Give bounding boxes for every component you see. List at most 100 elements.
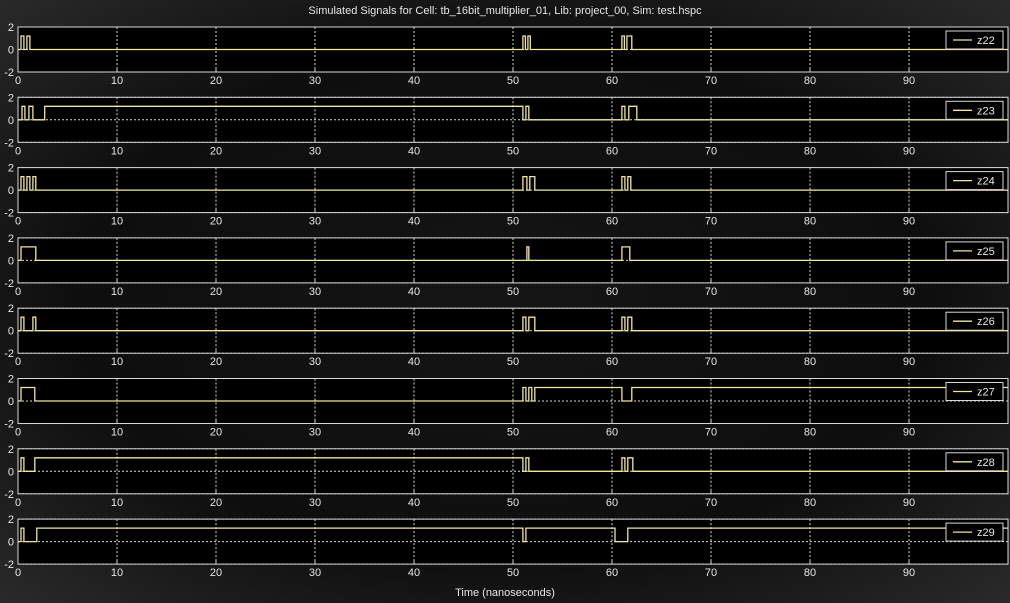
x-tick-label: 80 <box>804 216 816 228</box>
legend-z28: z28 <box>945 452 1004 472</box>
y-tick-label: -2 <box>4 67 14 79</box>
y-tick-label: -2 <box>4 559 14 571</box>
x-tick-label: 60 <box>606 216 618 228</box>
x-tick-label: 70 <box>705 356 717 368</box>
y-tick-label: -2 <box>4 137 14 149</box>
y-tick-label: 0 <box>8 326 14 338</box>
subplot-z25: 0 10 20 30 40 50 60 70 80 90-202z25 <box>4 233 1009 298</box>
x-tick-label: 20 <box>210 216 222 228</box>
y-tick-label: 0 <box>8 537 14 549</box>
x-tick-label: 90 <box>903 216 915 228</box>
x-tick-label: 60 <box>606 356 618 368</box>
x-tick-label: 30 <box>309 427 321 439</box>
x-tick-label: 30 <box>309 145 321 157</box>
x-tick-label: 90 <box>903 497 915 509</box>
y-tick-label: 0 <box>8 45 14 57</box>
x-tick-label: 20 <box>210 356 222 368</box>
x-tick-label: 80 <box>804 145 816 157</box>
y-tick-label: -2 <box>4 348 14 360</box>
x-tick-label: 20 <box>210 75 222 87</box>
x-tick-label: 80 <box>804 75 816 87</box>
subplot-z23: 0 10 20 30 40 50 60 70 80 90-202z23 <box>4 92 1009 157</box>
x-tick-label: 40 <box>408 145 420 157</box>
x-tick-label: 70 <box>705 216 717 228</box>
x-tick-label: 0 <box>15 567 21 579</box>
x-tick-label: 60 <box>606 145 618 157</box>
y-tick-label: 2 <box>8 22 14 34</box>
x-tick-label: 80 <box>804 356 816 368</box>
x-tick-label: 60 <box>606 427 618 439</box>
legend-z27: z27 <box>945 382 1004 401</box>
legend-z22: z22 <box>945 30 1004 50</box>
y-tick-label: 2 <box>8 163 14 175</box>
y-tick-label: -2 <box>4 278 14 290</box>
x-tick-label: 50 <box>507 75 519 87</box>
legend-label: z26 <box>977 316 995 328</box>
subplot-z26: 0 10 20 30 40 50 60 70 80 90-202z26 <box>4 303 1009 368</box>
x-tick-label: 20 <box>210 145 222 157</box>
x-tick-label: 70 <box>705 427 717 439</box>
y-tick-label: -2 <box>4 419 14 431</box>
y-tick-label: 2 <box>8 514 14 526</box>
legend-label: z25 <box>977 246 995 258</box>
x-tick-label: 60 <box>606 75 618 87</box>
y-tick-label: -2 <box>4 489 14 501</box>
x-tick-label: 70 <box>705 497 717 509</box>
y-tick-label: 0 <box>8 466 14 478</box>
x-tick-label: 0 <box>15 216 21 228</box>
y-tick-label: 0 <box>8 115 14 127</box>
legend-z26: z26 <box>945 311 1004 331</box>
x-tick-label: 90 <box>903 567 915 579</box>
y-tick-label: 0 <box>8 396 14 408</box>
x-tick-label: 90 <box>903 286 915 298</box>
x-tick-label: 30 <box>309 216 321 228</box>
y-tick-label: 0 <box>8 185 14 197</box>
figure: Simulated Signals for Cell: tb_16bit_mul… <box>0 0 1010 603</box>
x-tick-label: 90 <box>903 356 915 368</box>
y-tick-label: 2 <box>8 303 14 315</box>
x-tick-label: 10 <box>111 497 123 509</box>
legend-label: z24 <box>977 176 995 188</box>
x-tick-label: 40 <box>408 497 420 509</box>
x-tick-label: 0 <box>15 497 21 509</box>
x-tick-label: 10 <box>111 145 123 157</box>
x-tick-label: 20 <box>210 567 222 579</box>
x-tick-label: 30 <box>309 286 321 298</box>
x-tick-label: 0 <box>15 75 21 87</box>
subplot-z24: 0 10 20 30 40 50 60 70 80 90-202z24 <box>4 163 1009 228</box>
x-tick-label: 0 <box>15 427 21 439</box>
legend-z29: z29 <box>945 522 1004 542</box>
x-tick-label: 10 <box>111 216 123 228</box>
x-tick-label: 50 <box>507 567 519 579</box>
legend-label: z29 <box>977 527 995 539</box>
x-tick-label: 40 <box>408 286 420 298</box>
x-tick-label: 10 <box>111 427 123 439</box>
legend-z23: z23 <box>945 100 1004 120</box>
x-tick-label: 20 <box>210 427 222 439</box>
x-tick-label: 80 <box>804 567 816 579</box>
x-tick-label: 30 <box>309 75 321 87</box>
x-tick-label: 40 <box>408 567 420 579</box>
x-axis-label: Time (nanoseconds) <box>455 587 555 599</box>
y-tick-label: -2 <box>4 208 14 220</box>
x-tick-label: 50 <box>507 216 519 228</box>
y-tick-label: 2 <box>8 374 14 386</box>
y-tick-label: 0 <box>8 255 14 267</box>
x-tick-label: 90 <box>903 145 915 157</box>
x-tick-label: 50 <box>507 286 519 298</box>
x-tick-label: 20 <box>210 286 222 298</box>
x-tick-label: 80 <box>804 497 816 509</box>
x-tick-label: 40 <box>408 427 420 439</box>
x-tick-label: 30 <box>309 497 321 509</box>
x-tick-label: 50 <box>507 497 519 509</box>
x-tick-label: 0 <box>15 286 21 298</box>
x-tick-label: 10 <box>111 75 123 87</box>
x-tick-label: 40 <box>408 75 420 87</box>
legend-label: z22 <box>977 35 995 47</box>
x-tick-label: 0 <box>15 145 21 157</box>
x-tick-label: 70 <box>705 75 717 87</box>
x-tick-label: 60 <box>606 497 618 509</box>
y-tick-label: 2 <box>8 444 14 456</box>
legend-z25: z25 <box>945 241 1004 261</box>
plot-area: 0 10 20 30 40 50 60 70 80 90-202z220 10 20 30 40 50 60 7… <box>4 22 1009 579</box>
